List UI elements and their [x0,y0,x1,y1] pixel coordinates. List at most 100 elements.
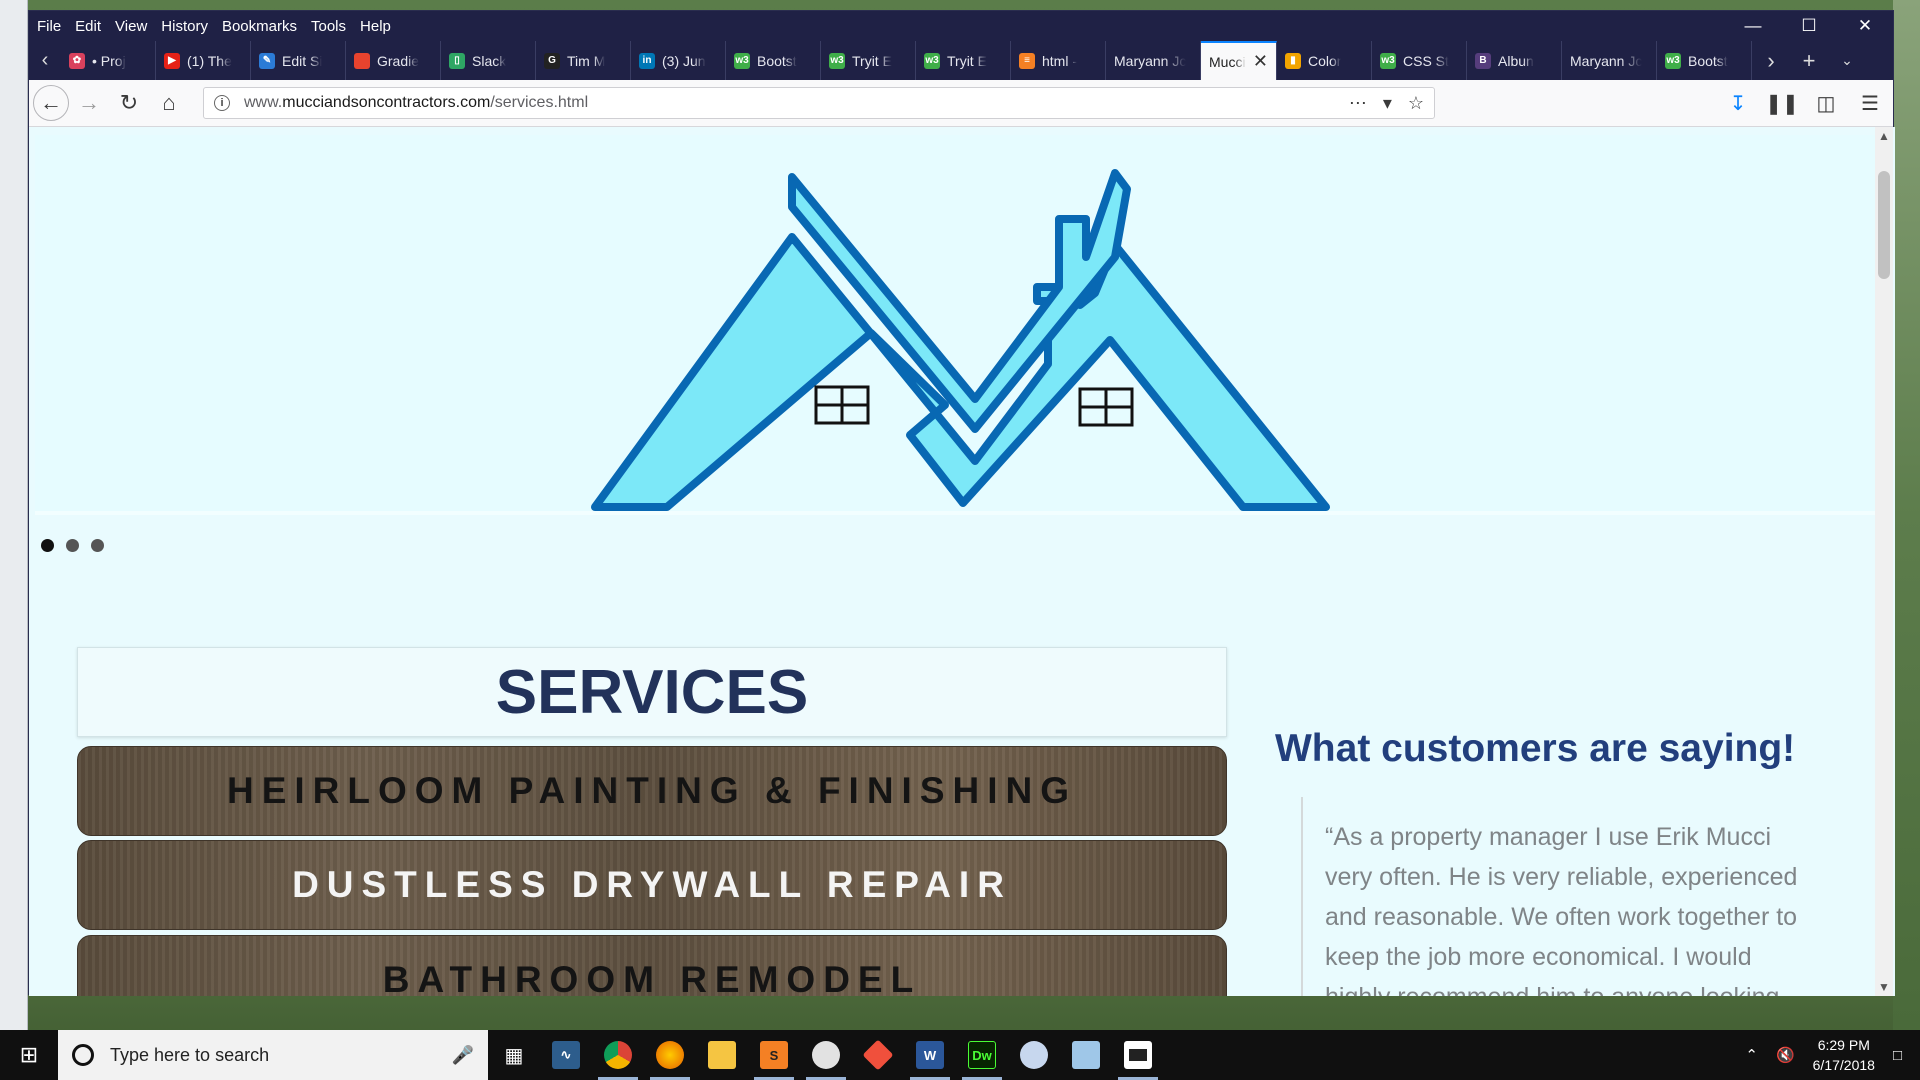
back-icon[interactable]: ← [33,85,69,121]
new-tab-icon[interactable]: + [1790,48,1828,74]
browser-tab[interactable]: w3 CSS St [1372,41,1467,80]
browser-tab[interactable]: Mucci ✕ [1201,41,1277,80]
scroll-thumb[interactable] [1878,171,1890,279]
close-window-icon[interactable]: ✕ [1837,11,1893,41]
tab-label: (1) The [187,52,232,69]
service-label: BATHROOM REMODEL [382,959,922,996]
services-heading-box: SERVICES [77,647,1227,737]
clock-time: 6:29 PM [1817,1037,1870,1053]
browser-tab[interactable]: w3 Bootst [1657,41,1752,80]
tab-label: html - [1042,52,1077,69]
tab-label: Bootst [1688,52,1728,69]
service-button-drywall[interactable]: DUSTLESS DRYWALL REPAIR [77,840,1227,930]
tab-label: Tryit E [852,52,892,69]
window-controls: — ☐ ✕ [1725,11,1893,41]
bookmark-star-icon[interactable]: ☆ [1408,93,1424,114]
paint-icon[interactable] [1008,1030,1060,1080]
browser-tab[interactable]: Gradie [346,41,441,80]
minimize-icon[interactable]: — [1725,11,1781,41]
microphone-icon[interactable]: 🎤 [452,1045,474,1066]
pocket-icon[interactable]: ▾ [1383,93,1392,114]
service-button-painting[interactable]: HEIRLOOM PAINTING & FINISHING [77,746,1227,836]
photos-icon[interactable] [1112,1030,1164,1080]
tab-favicon-icon: w3 [924,52,940,69]
maximize-icon[interactable]: ☐ [1781,11,1837,41]
downloads-icon[interactable]: ↧ [1721,91,1755,116]
browser-tab[interactable]: ✎ Edit Si [251,41,346,80]
tab-scroll-right-icon[interactable]: › [1752,48,1790,74]
site-info-icon[interactable]: i [214,95,230,111]
close-tab-icon[interactable]: ✕ [1253,51,1268,72]
tab-label: Slack [472,52,507,69]
menu-edit[interactable]: Edit [75,18,101,35]
tab-label: Tryit E [947,52,987,69]
carousel-dot-2[interactable] [66,539,79,552]
browser-tab[interactable]: B Albun [1467,41,1562,80]
menu-history[interactable]: History [161,18,208,35]
menu-tools[interactable]: Tools [311,18,346,35]
reload-icon[interactable]: ↻ [109,83,149,123]
tray-chevron-icon[interactable]: ⌃ [1745,1046,1758,1064]
tab-label: Mucci [1209,53,1246,70]
browser-tab[interactable]: Maryann Jc [1106,41,1201,80]
sublime-text-icon[interactable]: S [748,1030,800,1080]
url-actions: ⋯ ▾ ☆ [1349,93,1424,114]
taskbar-search[interactable]: Type here to search 🎤 [58,1030,488,1080]
tab-favicon-icon: ▯ [449,52,465,69]
browser-tab[interactable]: ✿ • Proj [61,41,156,80]
sidebar-icon[interactable]: ◫ [1809,91,1843,116]
browser-tab[interactable]: Maryann Jc [1562,41,1657,80]
mysql-workbench-icon[interactable]: ∿ [540,1030,592,1080]
browser-tab[interactable]: ▯ Slack [441,41,536,80]
menu-bookmarks[interactable]: Bookmarks [222,18,297,35]
tab-favicon-icon: in [639,52,655,69]
address-bar[interactable]: i www. mucciandsoncontractors.com/service… [203,87,1435,119]
windows-start-icon[interactable]: ⊞ [0,1030,58,1080]
menu-view[interactable]: View [115,18,147,35]
scroll-up-icon[interactable]: ▲ [1875,129,1893,143]
service-button-bathroom[interactable]: BATHROOM REMODEL [77,935,1227,996]
page-scrollbar[interactable]: ▲ ▼ [1875,127,1893,996]
browser-tab[interactable]: w3 Bootst [726,41,821,80]
testimonial-quote: “As a property manager I use Erik Mucci … [1325,823,1798,996]
browser-tab[interactable]: in (3) Jun [631,41,726,80]
task-view-icon[interactable]: ▦ [488,1030,540,1080]
browser-tab[interactable]: ▮ Color [1277,41,1372,80]
action-center-icon[interactable]: □ [1893,1047,1902,1064]
file-explorer-icon[interactable] [696,1030,748,1080]
library-icon[interactable]: ❚❚ [1765,91,1799,116]
tab-label: Albun [1498,52,1534,69]
dreamweaver-icon[interactable]: Dw [956,1030,1008,1080]
menu-file[interactable]: File [37,18,61,35]
carousel-dot-1[interactable] [41,539,54,552]
browser-tab[interactable]: w3 Tryit E [821,41,916,80]
browser-tab[interactable]: ▶ (1) The [156,41,251,80]
hamburger-menu-icon[interactable]: ☰ [1853,91,1887,116]
carousel-indicators [41,539,104,552]
roof-logo-icon [591,169,1330,511]
browser-tab[interactable]: ≡ html - [1011,41,1106,80]
tab-favicon-icon: ✿ [69,52,85,69]
cortana-icon [72,1044,94,1066]
windows-taskbar: ⊞ Type here to search 🎤 ▦ ∿ S W Dw ⌃ 🔇 6… [0,1030,1920,1080]
forward-icon[interactable]: → [69,83,109,123]
page-actions-icon[interactable]: ⋯ [1349,93,1367,114]
list-all-tabs-icon[interactable]: ⌄ [1828,52,1866,69]
volume-muted-icon[interactable]: 🔇 [1776,1046,1795,1064]
carousel-dot-3[interactable] [91,539,104,552]
home-icon[interactable]: ⌂ [149,83,189,123]
tab-favicon-icon: w3 [1380,52,1396,69]
menu-help[interactable]: Help [360,18,391,35]
clock[interactable]: 6:29 PM 6/17/2018 [1813,1035,1875,1075]
notepad-icon[interactable] [1060,1030,1112,1080]
scroll-down-icon[interactable]: ▼ [1875,980,1893,994]
browser-tab[interactable]: G Tim M [536,41,631,80]
browser-tab[interactable]: w3 Tryit E [916,41,1011,80]
tab-scroll-left-icon[interactable]: ‹ [29,41,61,80]
word-icon[interactable]: W [904,1030,956,1080]
paint-3d-icon[interactable] [800,1030,852,1080]
git-icon[interactable] [852,1030,904,1080]
chrome-icon[interactable] [592,1030,644,1080]
hero-carousel[interactable] [35,135,1877,515]
firefox-icon[interactable] [644,1030,696,1080]
